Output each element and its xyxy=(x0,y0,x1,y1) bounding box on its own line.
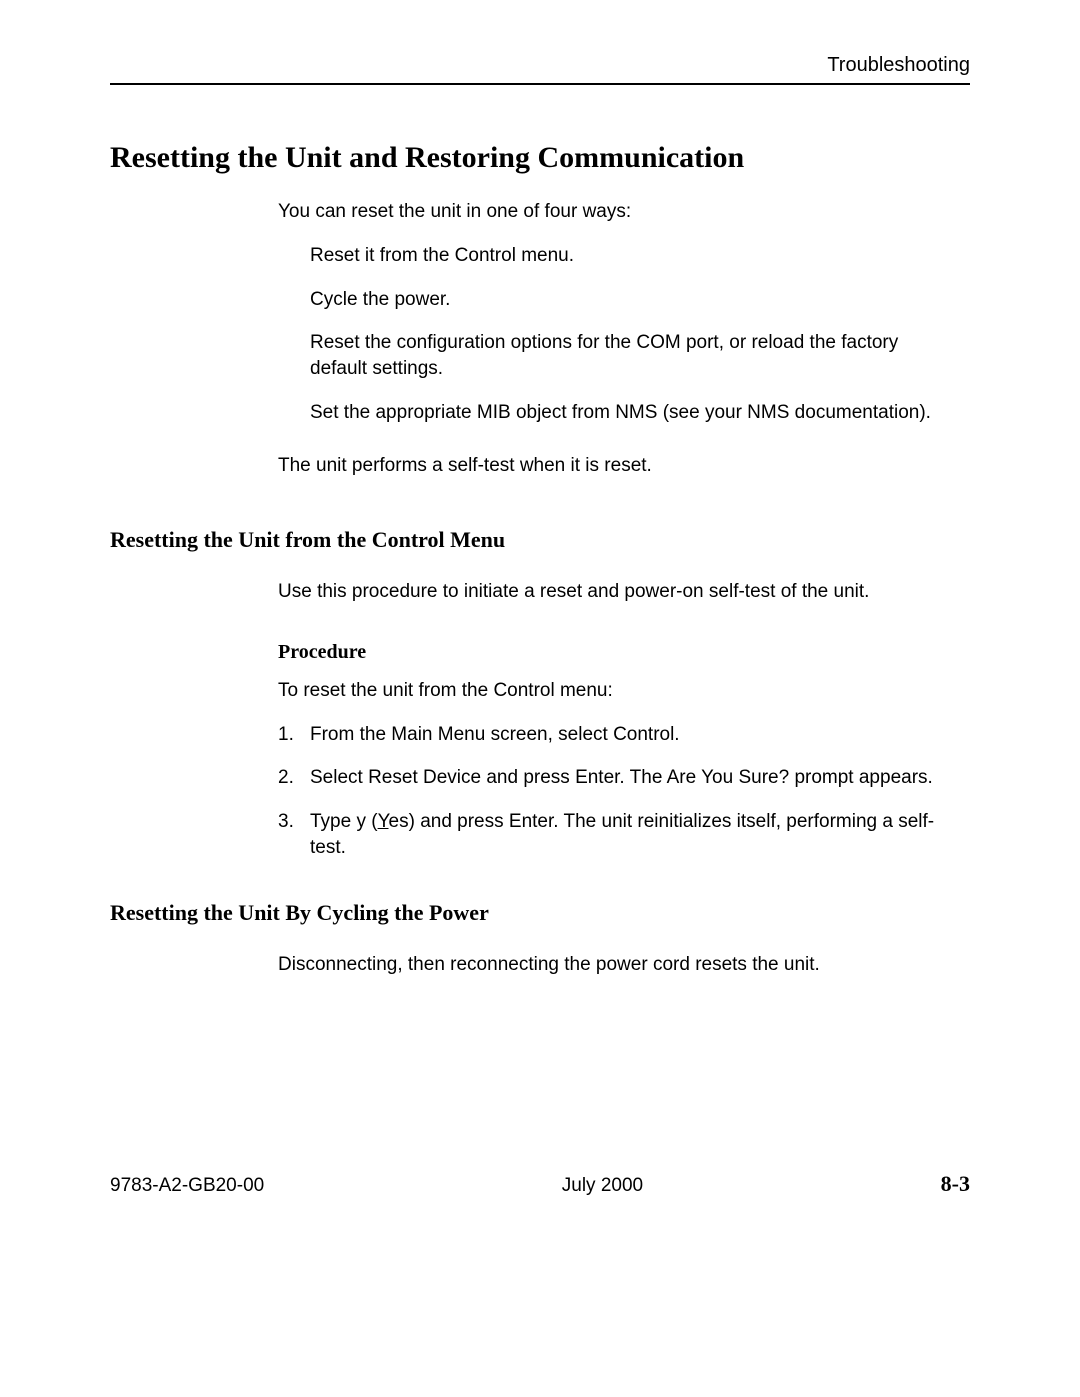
bullet-item: Set the appropriate MIB object from NMS … xyxy=(310,400,960,426)
bullet-item: Reset the configuration options for the … xyxy=(310,330,960,381)
section-text: Disconnecting, then reconnecting the pow… xyxy=(278,952,970,978)
procedure-intro: To reset the unit from the Control menu: xyxy=(278,680,970,702)
step-item: 2. Select Reset Device and press Enter. … xyxy=(278,765,960,791)
footer-date: July 2000 xyxy=(562,1175,643,1197)
step-number: 3. xyxy=(278,809,310,860)
intro-text: You can reset the unit in one of four wa… xyxy=(278,201,970,223)
step-item: 1. From the Main Menu screen, select Con… xyxy=(278,722,960,748)
bullet-item: Reset it from the Control menu. xyxy=(310,243,960,269)
bullet-list: Reset it from the Control menu. Cycle th… xyxy=(310,243,960,425)
step-text: Type y (Yes) and press Enter. The unit r… xyxy=(310,809,960,860)
footer-page-number: 8-3 xyxy=(941,1171,970,1197)
section-text: Use this procedure to initiate a reset a… xyxy=(278,579,970,605)
section-heading: Resetting the Unit By Cycling the Power xyxy=(110,900,970,926)
after-bullets-text: The unit performs a self-test when it is… xyxy=(278,455,970,477)
procedure-heading: Procedure xyxy=(278,641,970,664)
footer-doc-number: 9783-A2-GB20-00 xyxy=(110,1175,264,1197)
bullet-item: Cycle the power. xyxy=(310,287,960,313)
procedure-steps: 1. From the Main Menu screen, select Con… xyxy=(278,722,960,861)
step-text: Select Reset Device and press Enter. The… xyxy=(310,765,960,791)
page-footer: 9783-A2-GB20-00 July 2000 8-3 xyxy=(110,1171,970,1197)
step-number: 2. xyxy=(278,765,310,791)
running-header: Troubleshooting xyxy=(110,54,970,77)
header-rule xyxy=(110,83,970,85)
section-heading: Resetting the Unit from the Control Menu xyxy=(110,527,970,553)
page-content: Troubleshooting Resetting the Unit and R… xyxy=(0,0,1080,978)
step-text: From the Main Menu screen, select Contro… xyxy=(310,722,960,748)
step-number: 1. xyxy=(278,722,310,748)
page-title: Resetting the Unit and Restoring Communi… xyxy=(110,141,970,175)
step-item: 3. Type y (Yes) and press Enter. The uni… xyxy=(278,809,960,860)
